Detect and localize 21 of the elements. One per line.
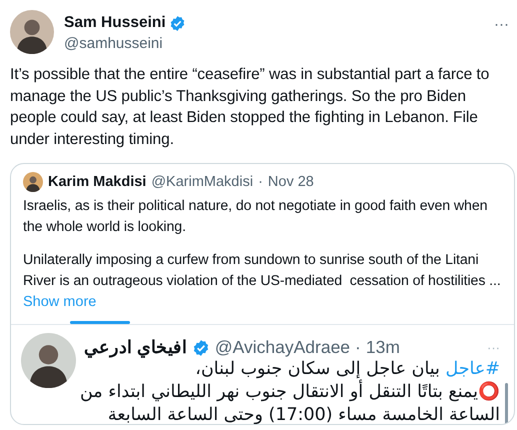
quoted-text: Unilaterally imposing a curfew from sundown to sunrise south of the Litani River is an outrageous violation of the US-mediated cessation of hostilities ... [23, 251, 502, 291]
quoted-author-handle[interactable]: @KarimMakdisi [151, 174, 254, 190]
embedded-text: ⭕يمنع بتاتًا التنقل أو الانتقال جنوب نهر الليطاني ابتداء من [80, 381, 500, 404]
avatar-icon [23, 172, 43, 192]
tweet-text: It’s possible that the entire “ceasefire” was in substantial part a farce to manage the US public’s Thanksgiving gatherings. So the pro Biden people could say, at least Biden stopped the fighting in Lebanon. File under interesting timing. [10, 65, 490, 150]
avatar-icon [10, 10, 54, 54]
quoted-text: Israelis, as is their political nature, do not negotiate in good faith even when the whole world is looking. [23, 197, 488, 237]
separator-dot: · [355, 337, 361, 358]
more-options-button[interactable]: ··· [494, 16, 509, 33]
separator-dot: · [258, 174, 263, 190]
embedded-text: الساعة الخامسة مساء (17:00) وحتى الساعة السابعة [108, 404, 500, 424]
author-handle[interactable]: @samhusseini [64, 35, 484, 52]
embedded-author-name[interactable]: افيخاي ادرعي [84, 337, 187, 358]
embedded-text: #عاجل بيان عاجل إلى سكان جنوب لبنان، [195, 358, 500, 380]
embedded-author-handle[interactable]: @AvichayAdraee [214, 337, 350, 358]
post-time[interactable]: 13m [366, 337, 400, 358]
tab-indicator [70, 321, 130, 324]
quoted-author-name[interactable]: Karim Makdisi [48, 174, 146, 190]
author-name[interactable]: Sam Husseini [64, 14, 166, 32]
avatar-icon [21, 333, 76, 388]
post-date[interactable]: Nov 28 [268, 174, 314, 190]
